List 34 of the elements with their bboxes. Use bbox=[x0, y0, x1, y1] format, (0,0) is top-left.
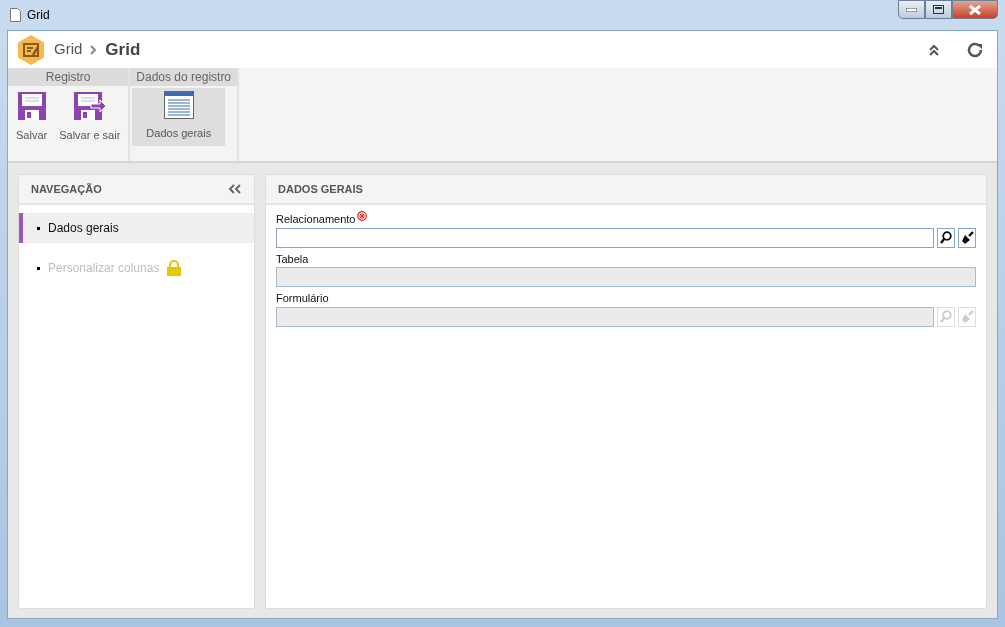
collapse-icon[interactable] bbox=[928, 43, 940, 56]
window-title: Grid bbox=[27, 7, 50, 24]
lock-icon bbox=[167, 260, 182, 276]
maximize-icon bbox=[933, 5, 944, 14]
close-icon bbox=[969, 4, 981, 15]
bullet-icon bbox=[37, 266, 40, 270]
panel-title: NAVEGAÇÃO bbox=[31, 181, 102, 197]
toolbar-button[interactable]: Salvar e sair bbox=[53, 88, 127, 147]
input-field[interactable] bbox=[276, 227, 934, 248]
field-label: Tabela bbox=[276, 252, 309, 265]
toolbar-button[interactable]: Dados gerais bbox=[132, 88, 226, 146]
search-button[interactable] bbox=[937, 227, 955, 248]
page-title: Grid bbox=[105, 38, 141, 61]
bullet-icon bbox=[37, 226, 40, 230]
maximize-button[interactable] bbox=[925, 0, 952, 19]
minimize-icon bbox=[906, 7, 917, 12]
floppy-disk-arrow-icon bbox=[72, 91, 107, 121]
document-icon bbox=[10, 8, 21, 22]
chevron-icon bbox=[90, 44, 98, 55]
toolbar-button[interactable]: Salvar bbox=[10, 88, 54, 147]
field-label: Relacionamento bbox=[276, 213, 356, 225]
collapse-left-icon[interactable] bbox=[228, 184, 242, 194]
field-label: Formulário bbox=[276, 292, 329, 304]
clear-button[interactable] bbox=[958, 227, 976, 248]
app-logo-icon bbox=[16, 33, 46, 66]
breadcrumb-link[interactable]: Grid bbox=[54, 38, 83, 61]
group-title: Registro bbox=[8, 68, 129, 86]
close-button[interactable] bbox=[952, 0, 998, 19]
form-icon bbox=[163, 91, 194, 119]
panel-title: DADOS GERAIS bbox=[278, 181, 363, 197]
refresh-icon[interactable] bbox=[966, 40, 984, 59]
nav-item[interactable]: Dados gerais bbox=[19, 213, 254, 243]
group-title: Dados do registro bbox=[130, 68, 238, 86]
minimize-button[interactable] bbox=[898, 0, 925, 19]
